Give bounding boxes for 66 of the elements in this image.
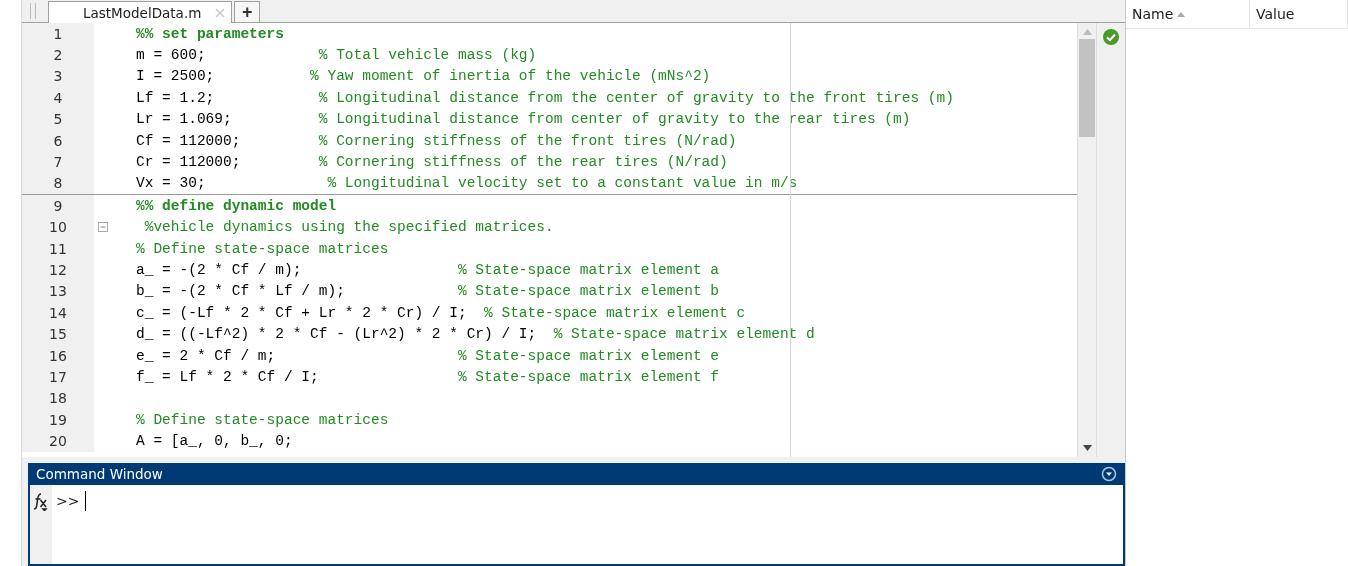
code-text: m = 600; [136, 47, 207, 64]
check-icon [1103, 29, 1119, 45]
code-text: a_ = -(2 * Cf / m); [136, 262, 303, 278]
line-number: 15 [22, 323, 94, 345]
code-text: I = 2500; [136, 68, 216, 85]
code-comment: % State-space matrix element c [484, 304, 746, 321]
new-tab-button[interactable]: + [234, 1, 261, 22]
code-text: Cf = 112000; [136, 132, 242, 149]
command-prompt: >> [55, 492, 80, 509]
line-number: 19 [22, 409, 94, 431]
line-number: 13 [22, 280, 94, 303]
code-text: c_ = (-Lf * 2 * Cf + Lr * 2 * Cr) / I; [136, 304, 468, 321]
function-icon[interactable] [32, 491, 50, 511]
code-text: b_ = -(2 * Cf * Lf / m); [136, 283, 346, 300]
code-comment: % State-space matrix element e [457, 347, 719, 364]
code-comment: % Longitudinal distance from center of gravity to the rear tires (m) [318, 111, 911, 128]
code-text: f_ = Lf * 2 * Cf / I; [136, 368, 320, 385]
scroll-down-icon[interactable] [1082, 445, 1092, 451]
line-number: 20 [22, 430, 94, 452]
code-comment: % State-space matrix element d [553, 326, 815, 343]
code-comment: %vehicle dynamics using the specified matrices. [143, 219, 554, 236]
line-number: 1 [22, 23, 94, 45]
code-comment: % State-space matrix element b [457, 283, 719, 300]
line-number: 14 [22, 302, 94, 324]
code-comment: % State-space matrix element a [457, 262, 719, 278]
code-comment: % Cornering stiffness of the rear tires (N/rad) [318, 154, 728, 171]
line-number: 12 [22, 259, 94, 281]
collapse-icon[interactable] [98, 222, 108, 233]
scroll-up-icon[interactable] [1082, 29, 1092, 35]
code-text: Vx = 30; [136, 175, 207, 192]
column-header[interactable]: Value [1250, 0, 1348, 28]
column-header[interactable]: Name [1126, 0, 1250, 28]
file-tab[interactable]: LastModelData.m [48, 1, 233, 23]
code-comment: %% define dynamic model [136, 197, 337, 214]
code-comment: % Longitudinal distance from the center of gravity to the front tires (m) [318, 89, 954, 106]
code-text: d_ = ((-Lf^2) * 2 * Cf - (Lr^2) * 2 * Cr) / I; [136, 326, 538, 343]
code-comment: %% set parameters [136, 25, 284, 42]
panel-title: Command Window [36, 466, 163, 482]
line-number: 9 [22, 195, 94, 217]
line-number: 10 [22, 216, 94, 238]
line-number: 4 [22, 87, 94, 109]
scrollbar-thumb[interactable] [1079, 39, 1095, 137]
line-number: 11 [22, 237, 94, 260]
line-number: 18 [22, 387, 94, 410]
code-text: Lr = 1.069; [136, 111, 233, 128]
line-number: 7 [22, 151, 94, 173]
code-comment: % Longitudinal velocity set to a constant value in m/s [327, 175, 798, 192]
close-icon[interactable] [215, 7, 226, 18]
code-text: e_ = 2 * Cf / m; [136, 347, 277, 364]
code-text: Lf = 1.2; [136, 89, 216, 106]
code-comment: % Yaw moment of inertia of the vehicle (mNs^2) [310, 68, 711, 85]
line-number: 8 [22, 172, 94, 195]
line-number: 3 [22, 65, 94, 88]
dropdown-icon[interactable] [1101, 466, 1117, 482]
code-comment: % Total vehicle mass (kg) [318, 47, 537, 64]
line-number: 16 [22, 344, 94, 367]
line-number: 6 [22, 129, 94, 152]
code-text: A = [a_, 0, b_, 0; [136, 433, 293, 450]
code-comment: % Define state-space matrices [136, 411, 389, 428]
line-number: 2 [22, 44, 94, 66]
line-number: 17 [22, 366, 94, 388]
line-number: 5 [22, 108, 94, 130]
code-comment: % State-space matrix element f [457, 368, 719, 385]
code-comment: % Define state-space matrices [136, 240, 389, 257]
code-comment: % Cornering stiffness of the front tires (N/rad) [318, 132, 737, 149]
code-text: Cr = 112000; [136, 154, 242, 171]
